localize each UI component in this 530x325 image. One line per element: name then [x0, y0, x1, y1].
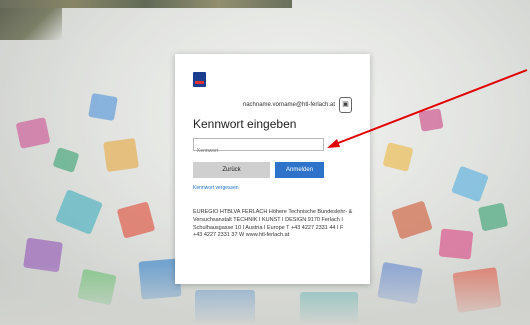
forgot-password-link[interactable]: Kennwort vergessen [193, 185, 239, 191]
page-title: Kennwort eingeben [193, 117, 297, 131]
identity-bar: nachname.vorname@htl-ferlach.at ▣ [175, 94, 370, 116]
password-input[interactable] [194, 145, 323, 157]
password-field[interactable] [193, 138, 324, 157]
sign-in-dialog: nachname.vorname@htl-ferlach.at ▣ Kennwo… [175, 54, 370, 284]
school-logo-icon [193, 72, 206, 87]
sign-in-button[interactable]: Anmelden [275, 162, 324, 178]
user-badge-icon[interactable]: ▣ [339, 97, 352, 113]
school-info-text: EUREGIO HTBLVA FERLACH Höhere Technische… [193, 209, 353, 239]
back-button[interactable]: Zurück [193, 162, 270, 178]
account-email: nachname.vorname@htl-ferlach.at [242, 102, 335, 108]
